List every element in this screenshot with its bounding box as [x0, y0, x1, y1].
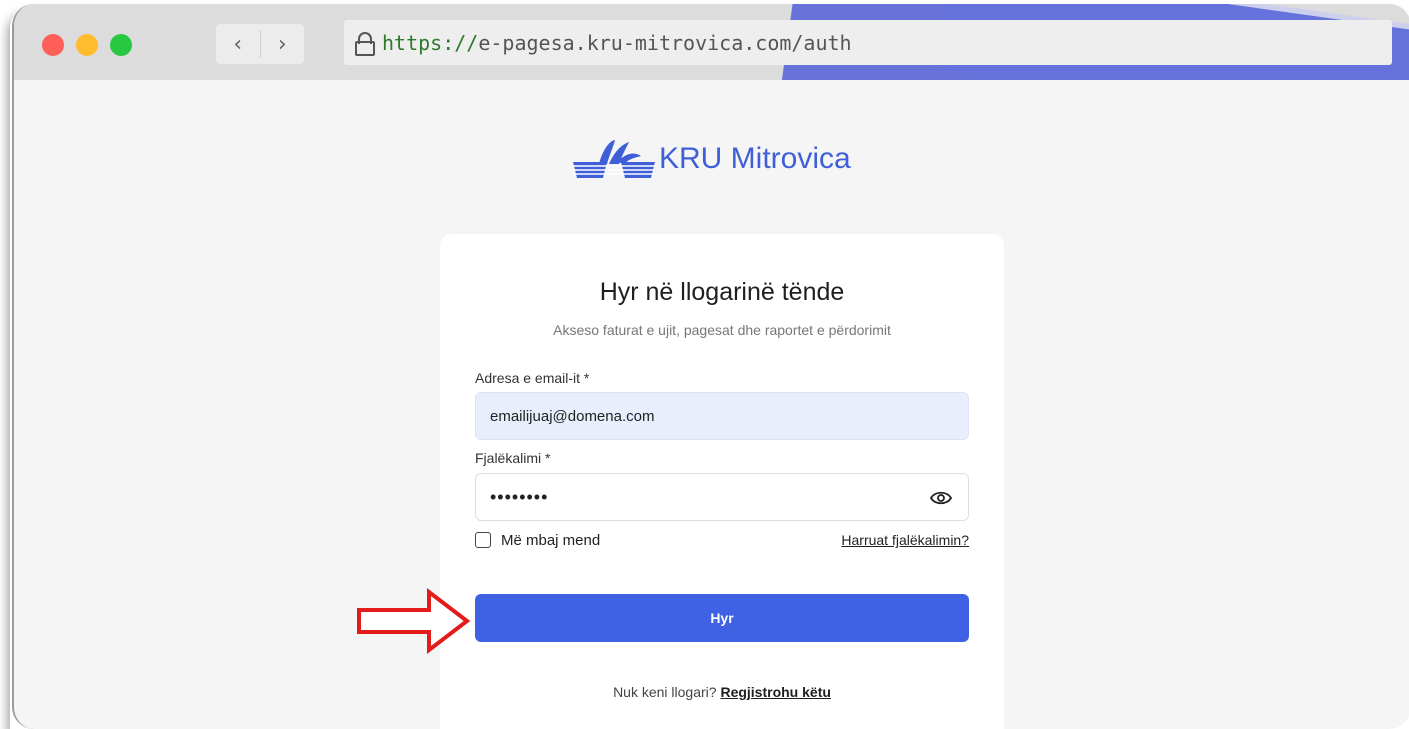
address-bar[interactable]: https://e-pagesa.kru-mitrovica.com/auth	[344, 20, 1392, 65]
chevron-left-icon: ‹	[233, 31, 243, 57]
browser-titlebar: ‹ › https://e-pagesa.kru-mitrovica.com/a…	[14, 4, 1409, 80]
close-window-button[interactable]	[42, 34, 64, 56]
email-label: Adresa e email-it *	[475, 370, 590, 386]
forward-button[interactable]: ›	[261, 24, 305, 64]
password-label: Fjalëkalimi *	[475, 450, 551, 466]
signup-link[interactable]: Regjistrohu këtu	[720, 684, 830, 700]
brand-name: KRU Mitrovica	[659, 142, 851, 175]
url-path: e-pagesa.kru-mitrovica.com/auth	[478, 30, 852, 55]
signup-prompt: Nuk keni llogari? Regjistrohu këtu	[440, 684, 1004, 700]
chevron-right-icon: ›	[277, 31, 287, 57]
login-card: Hyr në llogarinë tënde Akseso faturat e …	[440, 234, 1004, 729]
lock-icon	[354, 31, 375, 56]
login-subtitle: Akseso faturat e ujit, pagesat dhe rapor…	[553, 322, 891, 338]
url-text: https://e-pagesa.kru-mitrovica.com/auth	[382, 31, 852, 55]
signup-prompt-text: Nuk keni llogari?	[613, 684, 717, 700]
maximize-window-button[interactable]	[110, 34, 132, 56]
kru-logo-icon	[573, 140, 655, 178]
remember-me-label: Më mbaj mend	[501, 532, 601, 549]
forgot-password-link[interactable]: Harruat fjalëkalimin?	[841, 532, 969, 548]
login-title: Hyr në llogarinë tënde	[599, 278, 845, 306]
email-field[interactable]	[475, 392, 969, 440]
password-field[interactable]	[475, 473, 969, 521]
eye-icon[interactable]	[930, 490, 952, 506]
remember-me-checkbox[interactable]	[475, 532, 491, 548]
browser-window: ‹ › https://e-pagesa.kru-mitrovica.com/a…	[12, 4, 1409, 729]
back-button[interactable]: ‹	[216, 24, 260, 64]
red-arrow-icon	[357, 587, 471, 655]
url-scheme: https://	[382, 30, 479, 55]
page-content: KRU Mitrovica Hyr në llogarinë tënde Aks…	[14, 80, 1409, 729]
minimize-window-button[interactable]	[76, 34, 98, 56]
login-button[interactable]: Hyr	[475, 594, 969, 642]
nav-buttons: ‹ ›	[216, 24, 304, 64]
